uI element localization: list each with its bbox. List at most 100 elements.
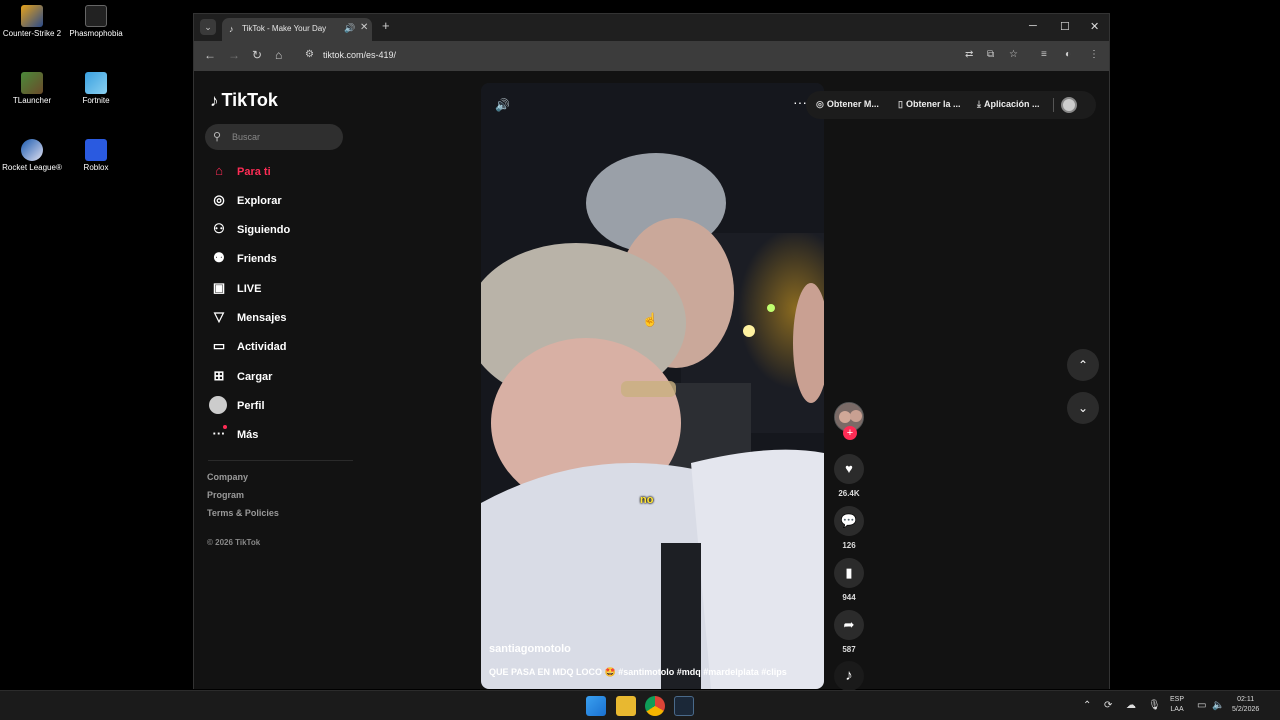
browser-toolbar: ← → ↻ ⌂ ⚙ tiktok.com/es-419/ ⇄ ⧉ ☆ ≡ ◐ ⋮ <box>194 41 1109 71</box>
upload-icon: ⊞ <box>213 368 225 383</box>
desktop-app-button[interactable]: ⤓ Aplicación ... <box>977 99 1040 110</box>
steam-icon[interactable] <box>674 696 694 716</box>
home-browser-icon[interactable]: ⌂ <box>275 48 282 62</box>
translate-icon[interactable]: ⇄ <box>965 49 973 60</box>
nav-actividad[interactable]: ▭ Actividad <box>208 336 368 358</box>
nav-para-ti[interactable]: ⌂ Para ti <box>208 161 368 183</box>
nav-friends[interactable]: ⚉ Friends <box>208 248 368 270</box>
friends-icon: ⚉ <box>213 250 225 265</box>
microphone-icon[interactable]: 🎙 <box>1148 700 1161 711</box>
home-icon: ⌂ <box>215 163 223 178</box>
tiktok-logo[interactable]: ♪ TikTok <box>210 90 278 111</box>
phasmophobia-icon <box>85 5 107 27</box>
volume-icon[interactable]: 🔊 <box>495 98 510 112</box>
roblox-icon <box>85 139 107 161</box>
screen: Counter-Strike 2 Phasmophobia TLauncher … <box>0 0 1280 720</box>
phone-icon: ▯ <box>898 99 903 109</box>
forward-icon[interactable]: → <box>228 48 240 62</box>
speaker-icon[interactable]: 🔈 <box>1212 700 1224 711</box>
search-input[interactable]: ⚲ Buscar <box>205 124 343 150</box>
footer-link-program[interactable]: Program <box>207 490 244 500</box>
bookmark-count: 944 <box>842 593 856 602</box>
address-bar[interactable]: ⚙ tiktok.com/es-419/ <box>299 45 1029 67</box>
install-app-icon[interactable]: ⧉ <box>987 49 994 60</box>
fortnite-icon <box>85 72 107 94</box>
video-more-icon[interactable]: ··· <box>793 94 807 110</box>
nav-mas[interactable]: ··· Más <box>208 424 368 446</box>
reload-icon[interactable]: ↻ <box>252 48 262 62</box>
menu-kebab-icon[interactable]: ⋮ <box>1089 49 1099 60</box>
messages-icon: ▽ <box>214 309 224 324</box>
chrome-icon[interactable] <box>645 696 665 716</box>
onedrive-icon[interactable]: ☁ <box>1126 700 1136 711</box>
chevron-down-icon: ⌄ <box>1077 401 1089 415</box>
cs2-icon <box>21 5 43 27</box>
heart-icon: ♥ <box>845 461 853 476</box>
video-caption-text: no <box>640 494 654 506</box>
desktop-icon-tlauncher[interactable]: TLauncher <box>0 72 64 106</box>
comment-button[interactable]: 💬 <box>834 506 864 536</box>
chevron-up-icon: ⌃ <box>1077 358 1089 372</box>
nav-explorar[interactable]: ◎ Explorar <box>208 190 368 212</box>
rocket-league-icon <box>21 139 43 161</box>
tiktok-music-icon: ♪ <box>845 667 853 684</box>
tiktok-favicon-icon: ♪ <box>229 24 234 34</box>
following-icon: ⚇ <box>213 221 225 236</box>
sync-icon[interactable]: ⟳ <box>1104 700 1112 711</box>
nav-perfil[interactable]: Perfil <box>208 395 368 417</box>
nav-mensajes[interactable]: ▽ Mensajes <box>208 307 368 329</box>
tab-close-icon[interactable]: ✕ <box>360 22 368 33</box>
minimize-icon[interactable]: ─ <box>1029 20 1037 32</box>
tlauncher-icon <box>21 72 43 94</box>
audio-playing-icon[interactable]: 🔊 <box>344 23 355 34</box>
new-tab-button[interactable]: + <box>382 18 390 33</box>
tray-chevron-up-icon[interactable]: ⌃ <box>1083 700 1091 711</box>
follow-plus-button[interactable]: + <box>843 426 857 440</box>
get-app-button[interactable]: ▯ Obtener la ... <box>898 99 960 110</box>
nav-cargar[interactable]: ⊞ Cargar <box>208 366 368 388</box>
tiktok-page: ♪ TikTok ⚲ Buscar ⌂ Para ti ◎ Explorar ⚇ … <box>194 71 1109 691</box>
notification-dot <box>223 425 227 429</box>
windows-start-icon[interactable] <box>586 696 606 716</box>
desktop-icon-fortnite[interactable]: Fortnite <box>64 72 128 106</box>
desktop-icon-phasmophobia[interactable]: Phasmophobia <box>64 5 128 39</box>
music-disc-button[interactable]: ♪ <box>834 661 864 691</box>
video-player[interactable]: 🔊 ··· no ☝ santiagomotolo QUE PASA EN MD… <box>481 83 824 689</box>
tiktok-note-icon: ♪ <box>210 91 219 110</box>
back-icon[interactable]: ← <box>204 48 216 62</box>
next-video-button[interactable]: ⌄ <box>1067 392 1099 424</box>
activity-icon: ▭ <box>212 338 226 353</box>
download-icon: ⤓ <box>977 99 981 109</box>
profile-browser-icon[interactable]: ◐ <box>1065 49 1071 60</box>
sidebar-divider <box>208 460 353 461</box>
nav-siguiendo[interactable]: ⚇ Siguiendo <box>208 219 368 241</box>
network-icon[interactable]: ▭ <box>1197 700 1206 711</box>
like-button[interactable]: ♥ <box>834 454 864 484</box>
comment-icon: 💬 <box>840 513 858 528</box>
footer-link-company[interactable]: Company <box>207 472 248 482</box>
input-language-indicator[interactable]: ESP LAA <box>1170 695 1184 715</box>
video-username[interactable]: santiagomotolo <box>489 643 571 655</box>
desktop-icon-roblox[interactable]: Roblox <box>64 139 128 173</box>
windows-taskbar: ⌃ ⟳ ☁ 🎙 ESP LAA ▭ 🔈 02:11 5/2/2026 <box>0 690 1280 720</box>
header-avatar[interactable] <box>1061 97 1077 113</box>
maximize-icon[interactable]: ☐ <box>1060 20 1070 33</box>
desktop-icon-rocket-league[interactable]: Rocket League® <box>0 139 64 173</box>
comment-count: 126 <box>842 541 856 550</box>
footer-link-terms[interactable]: Terms & Policies <box>207 508 279 518</box>
file-explorer-icon[interactable] <box>616 696 636 716</box>
previous-video-button[interactable]: ⌃ <box>1067 349 1099 381</box>
bookmark-star-icon[interactable]: ☆ <box>1009 49 1018 60</box>
nav-live[interactable]: ▣ LIVE <box>208 278 368 300</box>
tab-search-button[interactable]: ⌄ <box>200 19 216 35</box>
desktop-icon-cs2[interactable]: Counter-Strike 2 <box>0 5 64 39</box>
media-control-icon[interactable]: ≡ <box>1041 49 1047 60</box>
system-clock[interactable]: 02:11 5/2/2026 <box>1232 695 1259 715</box>
tab-tiktok[interactable]: ♪ TikTok - Make Your Day 🔊 ✕ <box>222 18 372 41</box>
share-button[interactable]: ➦ <box>834 610 864 640</box>
bookmark-button[interactable]: ▮ <box>834 558 864 588</box>
video-description: QUE PASA EN MDQ LOCO 🤩 #santimotolo #mdq… <box>489 667 787 677</box>
close-window-icon[interactable]: ✕ <box>1090 20 1099 33</box>
get-coins-button[interactable]: ◎ Obtener M... <box>816 99 879 110</box>
site-info-icon[interactable]: ⚙ <box>305 49 314 60</box>
